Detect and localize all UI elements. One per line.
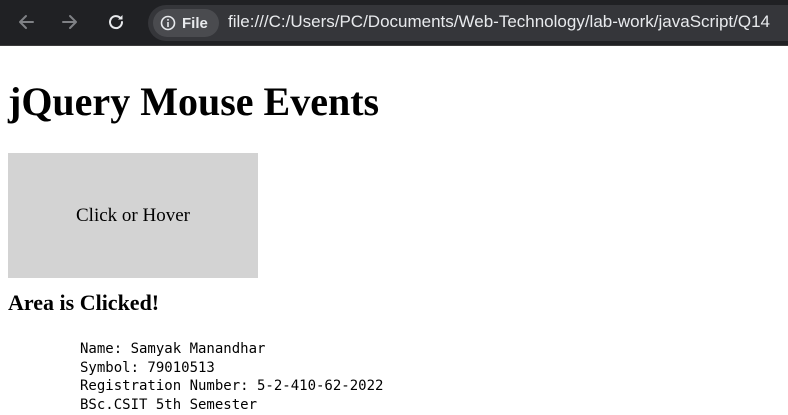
- site-info-chip[interactable]: File: [153, 9, 219, 37]
- info-registration: Registration Number: 5-2-410-62-2022: [80, 378, 384, 394]
- reload-button[interactable]: [102, 8, 130, 36]
- info-icon: [160, 15, 176, 31]
- arrow-right-icon: [62, 15, 77, 29]
- address-bar[interactable]: File file:///C:/Users/PC/Documents/Web-T…: [148, 5, 788, 41]
- site-chip-label: File: [182, 14, 208, 32]
- back-button[interactable]: [12, 8, 40, 36]
- url-text[interactable]: file:///C:/Users/PC/Documents/Web-Techno…: [228, 12, 770, 32]
- reload-icon: [109, 15, 124, 30]
- page-title: jQuery Mouse Events: [8, 79, 380, 124]
- arrow-left-icon: [19, 15, 34, 29]
- info-symbol: Symbol: 79010513: [80, 359, 215, 376]
- click-hover-area[interactable]: Click or Hover: [8, 153, 258, 278]
- forward-button[interactable]: [56, 8, 84, 36]
- info-program: BSc.CSIT 5th Semester: [80, 396, 258, 413]
- info-name: Name: Samyak Manandhar: [80, 341, 266, 357]
- browser-toolbar: File file:///C:/Users/PC/Documents/Web-T…: [0, 0, 788, 46]
- click-hover-label: Click or Hover: [76, 204, 190, 226]
- page-content: jQuery Mouse Events Click or Hover Area …: [0, 47, 788, 415]
- student-info: Name: Samyak Manandhar Symbol: 79010513 Re…: [80, 340, 383, 414]
- status-message: Area is Clicked!: [8, 290, 160, 315]
